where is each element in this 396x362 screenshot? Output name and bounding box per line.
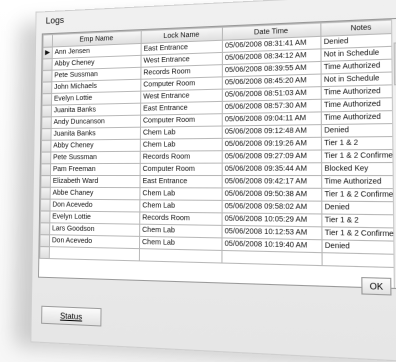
cell-emp-name: Pam Freeman [50,163,140,175]
cell-notes: Time Authorized [322,176,396,189]
cell-notes: Denied [322,201,396,215]
cell-lock-name: Records Room [140,212,222,225]
cell-emp-name [49,247,139,261]
cell-notes: Time Authorized [321,110,396,124]
cell-date-time: 05/06/2008 09:12:48 AM [222,125,321,139]
table-row[interactable]: Pete Sussman Records Room 05/06/2008 09:27… [41,149,396,163]
table-row[interactable]: Pam Freeman Computer Room 05/06/2008 09:35… [41,162,396,175]
table-row[interactable]: Elizabeth Ward East Entrance 05/06/2008 09… [41,175,396,188]
cell-emp-name: Lars Goodson [50,223,140,237]
row-selector[interactable] [40,223,50,235]
cell-notes: Tier 1 & 2 [321,136,396,150]
row-selector[interactable] [42,70,52,82]
logs-grid[interactable]: Emp Name Lock Name Date Time Notes ▶ Ann … [38,18,396,290]
cell-date-time: 05/06/2008 10:05:29 AM [222,213,322,227]
logs-window: Logs Emp Name Lock Name Date Time Notes … [30,0,396,362]
cell-lock-name: Chem Lab [140,188,222,201]
cell-lock-name: East Entrance [140,176,222,188]
row-selector[interactable] [40,211,50,223]
cell-notes: Tier 1 & 2 [322,214,396,228]
cell-notes: Denied [322,240,396,255]
row-selector[interactable] [41,164,51,176]
cell-date-time: 05/06/2008 09:50:38 AM [222,188,322,201]
row-selector[interactable] [41,140,51,152]
row-selector[interactable] [42,82,52,94]
screenshot-stage: Logs Emp Name Lock Name Date Time Notes … [0,0,396,362]
cell-notes: Tier 1 & 2 Confirmed [322,188,396,201]
cell-notes: Blocked Key [322,162,396,175]
row-selector[interactable] [42,93,52,105]
cell-lock-name [139,249,222,263]
cell-date-time: 05/06/2008 09:58:02 AM [222,200,322,214]
cell-date-time [222,250,322,265]
row-selector[interactable] [40,235,50,247]
cell-notes: Tier 1 & 2 Confirmed [322,149,396,162]
row-selector[interactable] [41,187,51,199]
cell-notes: Time Authorized [321,98,396,112]
cell-notes: Denied [321,123,396,137]
cell-lock-name: Chem Lab [140,138,222,151]
cell-emp-name: Abby Cheney [51,139,141,152]
cell-date-time: 05/06/2008 09:35:44 AM [222,163,321,176]
ok-button[interactable]: OK [361,277,391,296]
cell-lock-name: Chem Lab [140,224,222,238]
row-selector[interactable] [41,175,51,187]
cell-emp-name: Don Acevedo [50,199,140,212]
status-button[interactable]: Status [41,306,101,327]
row-selector[interactable]: ▶ [43,47,53,59]
cell-lock-name: Chem Lab [140,200,222,213]
row-selector[interactable] [42,117,52,129]
window-title: Logs [46,15,64,25]
cell-emp-name: Juanita Banks [51,127,140,140]
cell-lock-name: Computer Room [140,163,222,175]
cell-emp-name: Evelyn Lottie [50,211,140,224]
cell-lock-name: Chem Lab [140,126,222,139]
row-selector-header [43,34,53,47]
status-button-label: Status [60,312,82,322]
row-selector[interactable] [40,246,50,258]
cell-lock-name: Records Room [140,151,222,164]
logs-table: Emp Name Lock Name Date Time Notes ▶ Ann … [39,19,396,269]
cell-lock-name: Chem Lab [139,236,222,250]
cell-notes [322,253,396,268]
cell-notes: Tier 1 & 2 Confirmed [322,227,396,241]
row-selector[interactable] [40,199,50,211]
cell-date-time: 05/06/2008 08:57:30 AM [222,99,321,113]
cell-emp-name: Elizabeth Ward [50,175,140,187]
row-selector[interactable] [41,152,51,164]
cell-date-time: 05/06/2008 09:27:09 AM [222,150,321,163]
row-selector[interactable] [43,59,53,71]
cell-emp-name: Pete Sussman [51,151,141,163]
row-selector[interactable] [42,105,52,117]
cell-date-time: 05/06/2008 09:19:26 AM [222,137,321,150]
row-selector[interactable] [42,128,52,140]
cell-date-time: 05/06/2008 09:42:17 AM [222,176,322,189]
cell-lock-name: Computer Room [140,114,222,127]
cell-emp-name: Abbe Chaney [50,187,140,199]
cell-date-time: 05/06/2008 10:12:53 AM [222,225,322,239]
